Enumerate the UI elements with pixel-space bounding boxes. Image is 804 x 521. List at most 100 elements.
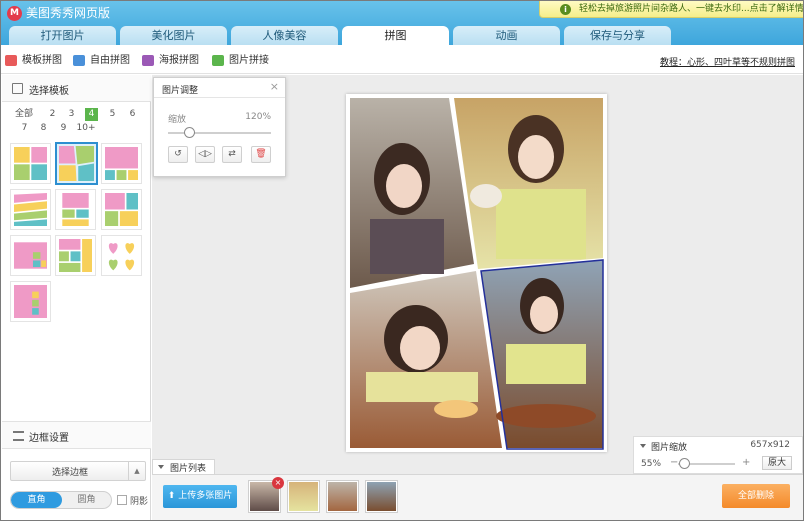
- template-thumb[interactable]: [101, 189, 142, 230]
- count-4[interactable]: 4: [85, 108, 98, 121]
- tab-beautify[interactable]: 美化图片: [120, 26, 227, 45]
- divider: [154, 97, 285, 98]
- border-settings-title: 边框设置: [29, 433, 69, 444]
- zoom-value: 120%: [245, 112, 271, 122]
- template-panel: 选择模板 全部 2 3 4 5 6 7 8 9 10+ 边框设置 选择边框 ▲ …: [2, 75, 151, 520]
- rotate-icon[interactable]: ↺: [168, 146, 188, 163]
- round-corner-option[interactable]: 圆角: [62, 492, 111, 508]
- tab-open-image[interactable]: 打开图片: [9, 26, 116, 45]
- main-tabs: 打开图片 美化图片 人像美容 拼图 动画 保存与分享: [9, 26, 799, 45]
- template-collage-icon: [5, 55, 17, 66]
- image-zoom-panel: 图片缩放 657x912 55% − + 原大: [633, 436, 803, 474]
- zoom-percent: 55%: [641, 459, 662, 469]
- template-thumb[interactable]: [55, 189, 96, 230]
- canvas-zoom-handle[interactable]: [678, 458, 690, 469]
- image-stitch-label: 图片拼接: [229, 55, 269, 66]
- template-thumb[interactable]: [101, 235, 142, 276]
- image-stitch-icon: [212, 55, 224, 66]
- upload-label: 上传多张图片: [178, 491, 233, 501]
- template-panel-header: 选择模板: [2, 75, 151, 102]
- select-border-dropdown[interactable]: 选择边框 ▲: [10, 461, 146, 481]
- poster-collage-label: 海报拼图: [159, 55, 199, 66]
- upload-icon: ⬆: [167, 491, 179, 501]
- collapse-icon[interactable]: [640, 444, 646, 448]
- poster-collage-icon: [142, 55, 154, 66]
- free-collage-button[interactable]: 自由拼图: [73, 54, 130, 68]
- free-collage-icon: [73, 55, 85, 66]
- count-6[interactable]: 6: [126, 108, 139, 121]
- top-bar: M 美图秀秀网页版 i 轻松去掉旅游照片间杂路人、一键去水印...点击了解详情 …: [1, 1, 803, 45]
- app-logo-icon: M: [7, 6, 22, 21]
- image-adjust-popup: 图片调整 × 缩放 120% ↺ ◁▷ ⇄ 🗑: [153, 77, 286, 177]
- collage-photo[interactable]: [454, 98, 603, 269]
- image-thumbnail[interactable]: [326, 480, 359, 513]
- template-thumb[interactable]: [10, 281, 51, 322]
- original-size-button[interactable]: 原大: [762, 456, 792, 470]
- image-thumbnail[interactable]: [287, 480, 320, 513]
- count-7[interactable]: 7: [18, 122, 31, 135]
- zoom-slider-handle[interactable]: [183, 127, 195, 138]
- collage-photo[interactable]: [350, 98, 474, 288]
- tab-collage[interactable]: 拼图: [342, 26, 449, 45]
- select-border-label: 选择边框: [51, 468, 88, 478]
- shadow-label: 阴影: [130, 497, 149, 507]
- collage-photo[interactable]: [350, 271, 502, 448]
- count-3[interactable]: 3: [65, 108, 78, 121]
- upload-multiple-button[interactable]: ⬆ 上传多张图片: [163, 485, 237, 508]
- template-panel-title: 选择模板: [29, 86, 69, 97]
- remove-icon[interactable]: ×: [272, 477, 284, 489]
- flip-icon[interactable]: ◁▷: [195, 146, 215, 163]
- image-list-bar: ⬆ 上传多张图片 × 全部删除: [152, 474, 803, 520]
- border-settings-header[interactable]: 边框设置: [2, 421, 151, 449]
- tab-portrait[interactable]: 人像美容: [231, 26, 338, 45]
- count-5[interactable]: 5: [106, 108, 119, 121]
- square-corner-option[interactable]: 直角: [11, 492, 62, 508]
- collage-photo[interactable]: [481, 260, 603, 448]
- chevron-up-icon: ▲: [128, 462, 145, 480]
- collage-mode-bar: 模板拼图 自由拼图 海报拼图 图片拼接 教程：心形、四叶草等不规则拼图: [1, 45, 803, 74]
- zoom-in-button[interactable]: +: [742, 457, 750, 468]
- corner-style-toggle[interactable]: 直角 圆角: [10, 491, 112, 509]
- template-thumb[interactable]: [55, 235, 96, 276]
- app-window: M 美图秀秀网页版 i 轻松去掉旅游照片间杂路人、一键去水印...点击了解详情 …: [0, 0, 804, 521]
- shadow-checkbox[interactable]: [117, 495, 127, 505]
- collapse-icon: [158, 465, 164, 469]
- sliders-icon: [13, 431, 24, 441]
- count-all[interactable]: 全部: [14, 108, 34, 121]
- zoom-label: 缩放: [168, 115, 187, 125]
- promo-banner[interactable]: i 轻松去掉旅游照片间杂路人、一键去水印...点击了解详情: [539, 1, 803, 18]
- image-thumbnail[interactable]: ×: [248, 477, 284, 513]
- poster-collage-button[interactable]: 海报拼图: [142, 54, 199, 68]
- count-10plus[interactable]: 10+: [76, 122, 96, 135]
- template-icon: [12, 83, 23, 94]
- image-zoom-title: 图片缩放: [651, 443, 688, 453]
- image-dimensions: 657x912: [750, 440, 790, 450]
- template-thumb-selected[interactable]: [55, 142, 98, 185]
- template-thumb[interactable]: [101, 143, 142, 184]
- tab-animation[interactable]: 动画: [453, 26, 560, 45]
- template-collage-label: 模板拼图: [22, 55, 62, 66]
- count-2[interactable]: 2: [46, 108, 59, 121]
- promo-text[interactable]: 轻松去掉旅游照片间杂路人、一键去水印...点击了解详情: [579, 3, 803, 16]
- info-icon: i: [560, 4, 571, 15]
- tutorial-link[interactable]: 教程：心形、四叶草等不规则拼图: [660, 55, 795, 68]
- image-list-tab[interactable]: 图片列表: [152, 459, 215, 474]
- free-collage-label: 自由拼图: [90, 55, 130, 66]
- image-adjust-title: 图片调整: [162, 86, 199, 96]
- template-thumb[interactable]: [10, 189, 51, 230]
- template-thumb[interactable]: [10, 143, 51, 184]
- delete-all-button[interactable]: 全部删除: [722, 484, 790, 508]
- template-thumb[interactable]: [10, 235, 51, 276]
- count-9[interactable]: 9: [57, 122, 70, 135]
- delete-icon[interactable]: 🗑: [251, 146, 271, 163]
- close-icon[interactable]: ×: [270, 80, 279, 93]
- template-collage-button[interactable]: 模板拼图: [5, 54, 62, 68]
- collage-canvas[interactable]: [346, 94, 607, 452]
- tab-save-share[interactable]: 保存与分享: [564, 26, 671, 45]
- app-title: 美图秀秀网页版: [26, 6, 111, 20]
- count-8[interactable]: 8: [37, 122, 50, 135]
- swap-icon[interactable]: ⇄: [222, 146, 242, 163]
- image-list-title: 图片列表: [170, 464, 207, 474]
- image-stitch-button[interactable]: 图片拼接: [212, 54, 269, 68]
- image-thumbnail[interactable]: [365, 480, 398, 513]
